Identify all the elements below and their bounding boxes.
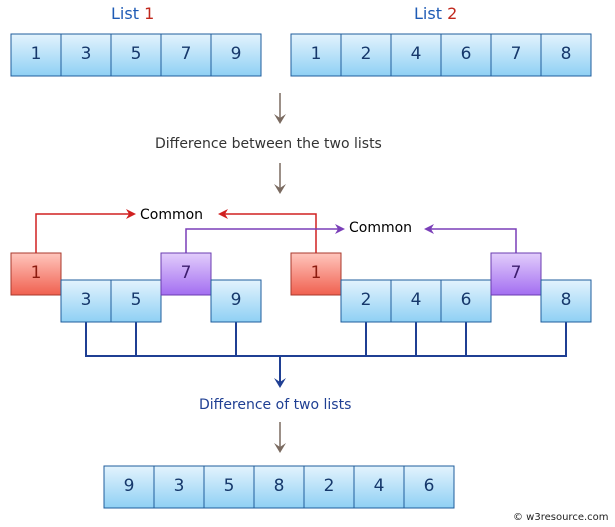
diagram-canvas: [10, 33, 592, 509]
split2-cell-7: 7: [510, 263, 522, 283]
list1-cell-1: 1: [30, 44, 42, 64]
split2-cell-1: 1: [310, 263, 322, 283]
common-label-red: Common: [140, 207, 204, 223]
list2-header: List 2: [414, 6, 457, 22]
list1-header-number: 1: [144, 4, 155, 23]
list1-cell-9: 9: [230, 44, 242, 64]
result-cell-5: 5: [223, 476, 235, 496]
split1-cell-5: 5: [130, 290, 142, 310]
step1-label: Difference between the two lists: [155, 136, 382, 152]
blue-bracket-line: [85, 322, 567, 357]
purple-connector-left: [185, 228, 341, 253]
list2-cell-2: 2: [360, 44, 372, 64]
list2-cell-8: 8: [560, 44, 572, 64]
split1-cell-7: 7: [180, 263, 192, 283]
list2-cell-4: 4: [410, 44, 422, 64]
split2-cell-2: 2: [360, 290, 372, 310]
split1-cell-9: 9: [230, 290, 242, 310]
list1-cell-3: 3: [80, 44, 92, 64]
list1-cell-7: 7: [180, 44, 192, 64]
purple-connector-right: [428, 228, 517, 253]
split2-cell-8: 8: [560, 290, 572, 310]
list2-header-prefix: List: [414, 4, 448, 23]
list1-cell-5: 5: [130, 44, 142, 64]
list2-cell-1: 1: [310, 44, 322, 64]
list2-cell-6: 6: [460, 44, 472, 64]
list2-cell-7: 7: [510, 44, 522, 64]
step2-label: Difference of two lists: [199, 397, 352, 413]
result-cell-3: 3: [173, 476, 185, 496]
split1-cell-3: 3: [80, 290, 92, 310]
split2-cell-4: 4: [410, 290, 422, 310]
diagram-stage: List 1 List 2 Difference between the two…: [0, 0, 615, 527]
split2-cell-6: 6: [460, 290, 472, 310]
result-cell-2: 2: [323, 476, 335, 496]
result-cell-4: 4: [373, 476, 385, 496]
list2-header-number: 2: [447, 4, 458, 23]
list1-header: List 1: [111, 6, 154, 22]
split1-cell-1: 1: [30, 263, 42, 283]
result-cell-8: 8: [273, 476, 285, 496]
list1-header-prefix: List: [111, 4, 145, 23]
common-label-purple: Common: [349, 220, 413, 236]
result-cell-9: 9: [123, 476, 135, 496]
footer-credit: © w3resource.com: [513, 512, 609, 523]
red-connector-left: [35, 213, 132, 253]
red-connector-right: [222, 213, 317, 253]
result-cell-6: 6: [423, 476, 435, 496]
